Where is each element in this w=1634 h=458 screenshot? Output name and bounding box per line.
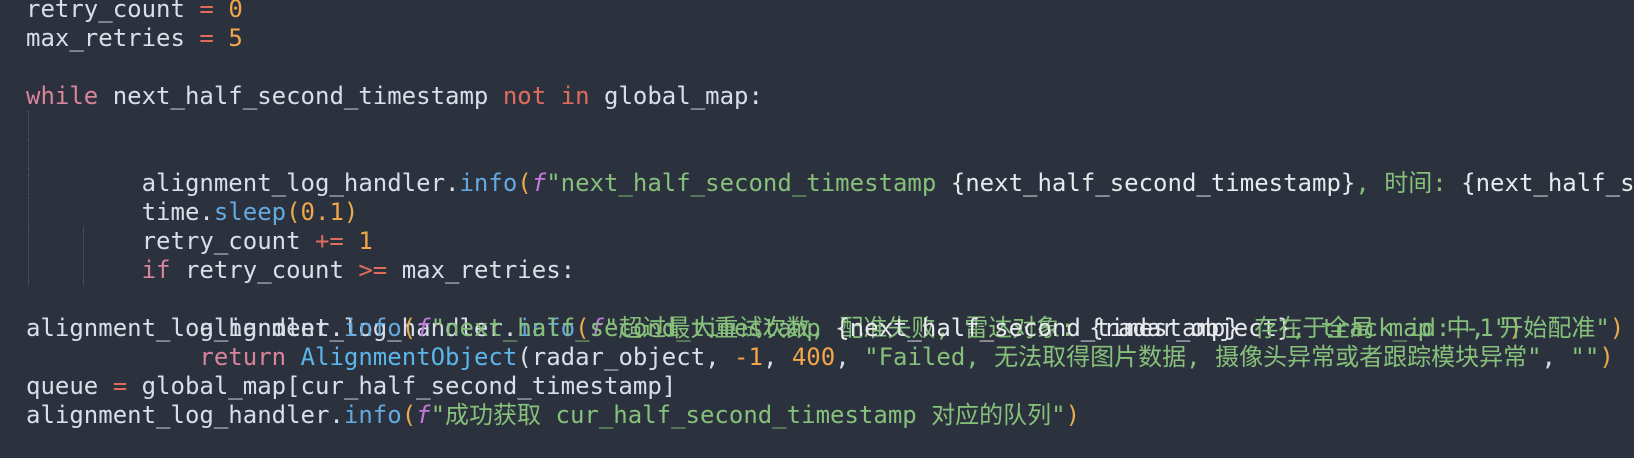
code-token: next_half_second_timestamp bbox=[98, 82, 503, 110]
code-editor[interactable]: retry_count = 0 max_retries = 5 while ne… bbox=[0, 0, 1634, 458]
code-token: 存在于全局 map 中, 开始配准" bbox=[1239, 314, 1610, 342]
indent-guide bbox=[28, 256, 29, 285]
indent-guide bbox=[28, 227, 29, 256]
code-token: "成功获取 cur_half_second_timestamp 对应的队列" bbox=[430, 401, 1066, 429]
code-token: f bbox=[416, 314, 431, 342]
code-token: f bbox=[416, 401, 431, 429]
code-token: info bbox=[343, 401, 402, 429]
code-token: = bbox=[199, 0, 214, 23]
code-line-5: alignment_log_handler.info(f"next_half_s… bbox=[26, 111, 1634, 197]
code-token: = bbox=[112, 372, 128, 400]
indent-guide bbox=[28, 111, 29, 140]
code-line-7: retry_count += 1 bbox=[26, 169, 1634, 255]
code-token: ) bbox=[1065, 401, 1081, 429]
code-line-1: retry_count = 0 bbox=[26, 0, 1634, 24]
code-token: queue bbox=[26, 372, 113, 400]
code-token: alignment_log_handler. bbox=[26, 314, 344, 342]
code-area[interactable]: retry_count = 0 max_retries = 5 while ne… bbox=[26, 0, 1634, 430]
code-token: 5 bbox=[228, 24, 243, 52]
code-token: max_retries bbox=[26, 24, 185, 52]
code-token: = bbox=[199, 24, 214, 52]
code-line-8: if retry_count >= max_retries: bbox=[26, 198, 1634, 284]
code-token: retry_count bbox=[26, 0, 185, 23]
code-token: while bbox=[26, 82, 99, 110]
code-token: in bbox=[560, 82, 590, 110]
code-token: alignment_log_handler. bbox=[26, 401, 344, 429]
code-token: ( bbox=[401, 314, 417, 342]
indent-guide bbox=[28, 198, 29, 227]
code-line-12: alignment_log_handler.info(f"next_half_s… bbox=[26, 314, 1634, 343]
code-token: info bbox=[343, 314, 402, 342]
code-token: ) bbox=[1609, 314, 1625, 342]
code-token: global_map[cur_half_second_timestamp] bbox=[127, 372, 677, 400]
code-line-15: alignment_log_handler.info(f"成功获取 cur_ha… bbox=[26, 401, 1634, 430]
indent-guide bbox=[28, 169, 29, 198]
code-line-4: while next_half_second_timestamp not in … bbox=[26, 82, 1634, 111]
code-line-14: queue = global_map[cur_half_second_times… bbox=[26, 372, 1634, 401]
code-token: not bbox=[502, 82, 547, 110]
indent-guide bbox=[83, 256, 84, 285]
indent-guide bbox=[83, 227, 84, 256]
code-token: ( bbox=[401, 401, 417, 429]
code-line-6: time.sleep(0.1) bbox=[26, 140, 1634, 226]
code-line-9: alignment_log_handler.info(f"超过最大重试次数, 配… bbox=[26, 227, 1634, 342]
code-line-10: return AlignmentObject(radar_object, -1,… bbox=[26, 256, 1634, 371]
code-token: "next_half_second_timestamp bbox=[430, 314, 836, 342]
code-line-2: max_retries = 5 bbox=[26, 24, 1634, 53]
indent-guide bbox=[28, 140, 29, 169]
code-token: global_map: bbox=[589, 82, 763, 110]
code-token: 0 bbox=[228, 0, 243, 23]
code-token: {next_half_second_timestamp} bbox=[835, 314, 1240, 342]
